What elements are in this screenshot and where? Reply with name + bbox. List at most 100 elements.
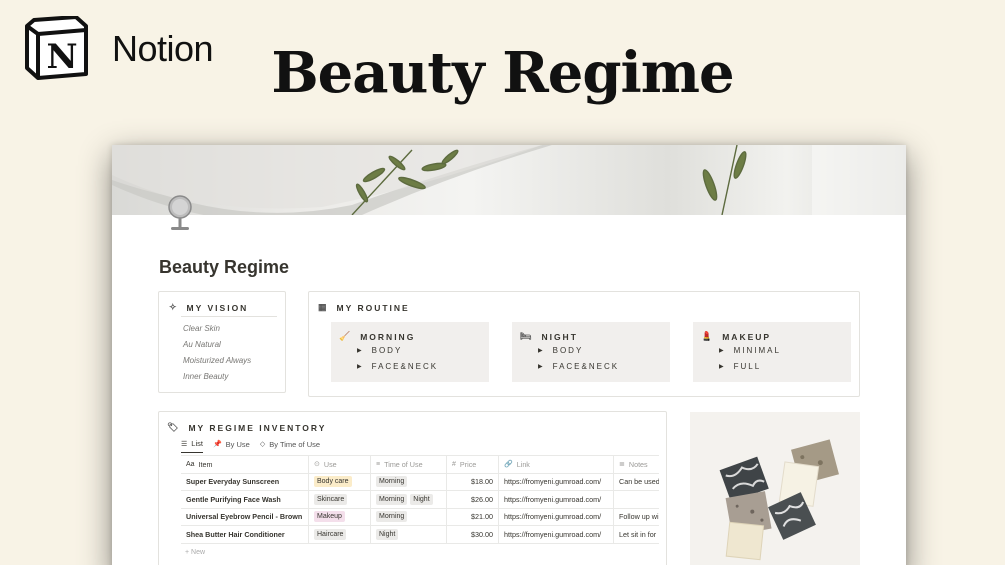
toggle-triangle-icon[interactable]: ▶ xyxy=(357,347,364,354)
column-header-item[interactable]: Aa Item xyxy=(181,456,309,473)
use-tag: Skincare xyxy=(314,493,348,505)
toggle-minimal[interactable]: ▶ MINIMAL xyxy=(719,346,781,355)
list-icon: ☰ xyxy=(181,440,188,448)
new-row-button[interactable]: + New xyxy=(181,544,659,561)
cell-link[interactable]: https://fromyeni.gumroad.com/ xyxy=(499,508,614,525)
toggle-triangle-icon[interactable]: ▶ xyxy=(357,363,364,370)
time-tag: Night xyxy=(410,493,433,505)
sparkle-icon: ✧ xyxy=(169,302,179,312)
vision-item: Au Natural xyxy=(183,340,221,349)
vision-item: Inner Beauty xyxy=(183,372,229,381)
multi-select-icon: ≡ xyxy=(376,460,381,468)
soap-photo xyxy=(690,412,860,565)
diamond-icon: ◇ xyxy=(259,441,266,448)
vision-heading: MY VISION xyxy=(186,302,249,313)
time-tag: Morning xyxy=(376,511,408,523)
cell-link[interactable]: https://fromyeni.gumroad.com/ xyxy=(499,473,614,490)
pin-icon: 📌 xyxy=(212,441,222,448)
cell-price[interactable]: $26.00 xyxy=(447,491,499,508)
cell-use[interactable]: Haircare xyxy=(309,526,371,543)
tab-list[interactable]: ☰ List xyxy=(181,439,203,453)
number-icon: # xyxy=(452,460,456,468)
cell-use[interactable]: Skincare xyxy=(309,491,371,508)
toggle-face-neck[interactable]: ▶ FACE&NECK xyxy=(538,362,619,371)
hero-title: Beauty Regime xyxy=(271,40,734,106)
use-tag: Makeup xyxy=(314,511,345,523)
cell-price[interactable]: $21.00 xyxy=(447,508,499,525)
tag-icon: 🏷 xyxy=(167,422,181,432)
column-header-price[interactable]: # Price xyxy=(447,456,499,473)
routine-callout: ▦ MY ROUTINE 🧹 MORNING ▶ BODY ▶ FACE&NECK … xyxy=(308,291,860,397)
notion-page: Beauty Regime ✧ MY VISION Clear Skin Au … xyxy=(112,145,906,565)
bed-icon: 🛏 xyxy=(520,331,534,341)
lipstick-icon: 💄 xyxy=(701,331,715,341)
vision-item: Moisturized Always xyxy=(183,356,252,365)
cell-item[interactable]: Gentle Purifying Face Wash xyxy=(181,491,309,508)
calendar-icon: ▦ xyxy=(318,302,329,312)
column-header-link[interactable]: 🔗 Link xyxy=(499,456,614,473)
inventory-database: 🏷 MY REGIME INVENTORY ☰ List 📌 By Use ◇ By … xyxy=(158,411,667,565)
broom-icon: 🧹 xyxy=(339,331,353,341)
cell-notes[interactable] xyxy=(614,491,659,508)
time-tag: Night xyxy=(376,528,399,540)
link-icon: 🔗 xyxy=(504,461,513,469)
cell-notes[interactable]: Follow up wi xyxy=(614,509,659,526)
cover-image xyxy=(112,145,906,215)
cell-time[interactable]: Night xyxy=(371,526,447,543)
routine-card-morning: 🧹 MORNING ▶ BODY ▶ FACE&NECK xyxy=(331,322,489,382)
inventory-table: Aa Item ⊙ Use ≡ Time of Use # Price 🔗 Link ≣ N… xyxy=(181,455,659,561)
table-row[interactable]: Super Everyday Sunscreen Body care Morni… xyxy=(181,473,659,491)
table-row[interactable]: Shea Butter Hair Conditioner Haircare Ni… xyxy=(181,526,659,544)
page-title: Beauty Regime xyxy=(159,257,290,277)
routine-card-makeup: 💄 MAKEUP ▶ MINIMAL ▶ FULL xyxy=(693,322,851,382)
use-tag: Haircare xyxy=(314,528,347,540)
use-tag: Body care xyxy=(314,476,352,488)
tab-by-use[interactable]: 📌 By Use xyxy=(213,439,250,453)
time-tag: Morning xyxy=(376,493,408,505)
cell-time[interactable]: Morning Night xyxy=(371,491,447,508)
text-icon: Aa xyxy=(186,460,195,468)
column-header-use[interactable]: ⊙ Use xyxy=(309,456,371,473)
inventory-heading: MY REGIME INVENTORY xyxy=(188,422,327,433)
cell-item[interactable]: Universal Eyebrow Pencil - Brown xyxy=(181,508,309,525)
toggle-body[interactable]: ▶ BODY xyxy=(357,346,402,355)
toggle-triangle-icon[interactable]: ▶ xyxy=(538,363,545,370)
time-tag: Morning xyxy=(376,476,408,488)
table-row[interactable]: Universal Eyebrow Pencil - Brown Makeup … xyxy=(181,508,659,526)
cell-price[interactable]: $18.00 xyxy=(447,473,499,490)
cell-link[interactable]: https://fromyeni.gumroad.com/ xyxy=(499,526,614,543)
mirror-icon[interactable] xyxy=(164,195,196,233)
table-header: Aa Item ⊙ Use ≡ Time of Use # Price 🔗 Link ≣ N… xyxy=(181,456,659,474)
divider xyxy=(181,316,277,317)
routine-card-title: MORNING xyxy=(360,331,416,342)
column-header-time[interactable]: ≡ Time of Use xyxy=(371,456,447,473)
cell-time[interactable]: Morning xyxy=(371,473,447,490)
cell-use[interactable]: Body care xyxy=(309,473,371,490)
routine-card-night: 🛏 NIGHT ▶ BODY ▶ FACE&NECK xyxy=(512,322,670,382)
view-tabs: ☰ List 📌 By Use ◇ By Time of Use xyxy=(181,439,330,453)
toggle-full[interactable]: ▶ FULL xyxy=(719,362,761,371)
cell-link[interactable]: https://fromyeni.gumroad.com/ xyxy=(499,491,614,508)
cell-price[interactable]: $30.00 xyxy=(447,526,499,543)
select-icon: ⊙ xyxy=(314,461,320,469)
cell-time[interactable]: Morning xyxy=(371,508,447,525)
toggle-triangle-icon[interactable]: ▶ xyxy=(538,347,545,354)
cell-item[interactable]: Super Everyday Sunscreen xyxy=(181,473,309,490)
cell-item[interactable]: Shea Butter Hair Conditioner xyxy=(181,526,309,543)
table-row[interactable]: Gentle Purifying Face Wash Skincare Morn… xyxy=(181,491,659,509)
routine-card-title: NIGHT xyxy=(541,331,578,342)
notes-icon: ≣ xyxy=(619,461,625,469)
tab-by-time-of-use[interactable]: ◇ By Time of Use xyxy=(260,439,320,453)
cell-notes[interactable]: Let sit in for xyxy=(614,526,659,543)
cell-use[interactable]: Makeup xyxy=(309,508,371,525)
toggle-body[interactable]: ▶ BODY xyxy=(538,346,583,355)
routine-card-title: MAKEUP xyxy=(722,331,772,342)
column-header-notes[interactable]: ≣ Notes xyxy=(614,456,659,473)
vision-item: Clear Skin xyxy=(183,324,220,333)
toggle-triangle-icon[interactable]: ▶ xyxy=(719,363,726,370)
toggle-triangle-icon[interactable]: ▶ xyxy=(719,347,726,354)
routine-heading: MY ROUTINE xyxy=(336,302,410,313)
cell-notes[interactable]: Can be used xyxy=(614,474,659,491)
vision-callout: ✧ MY VISION Clear Skin Au Natural Moistu… xyxy=(158,291,286,393)
toggle-face-neck[interactable]: ▶ FACE&NECK xyxy=(357,362,438,371)
